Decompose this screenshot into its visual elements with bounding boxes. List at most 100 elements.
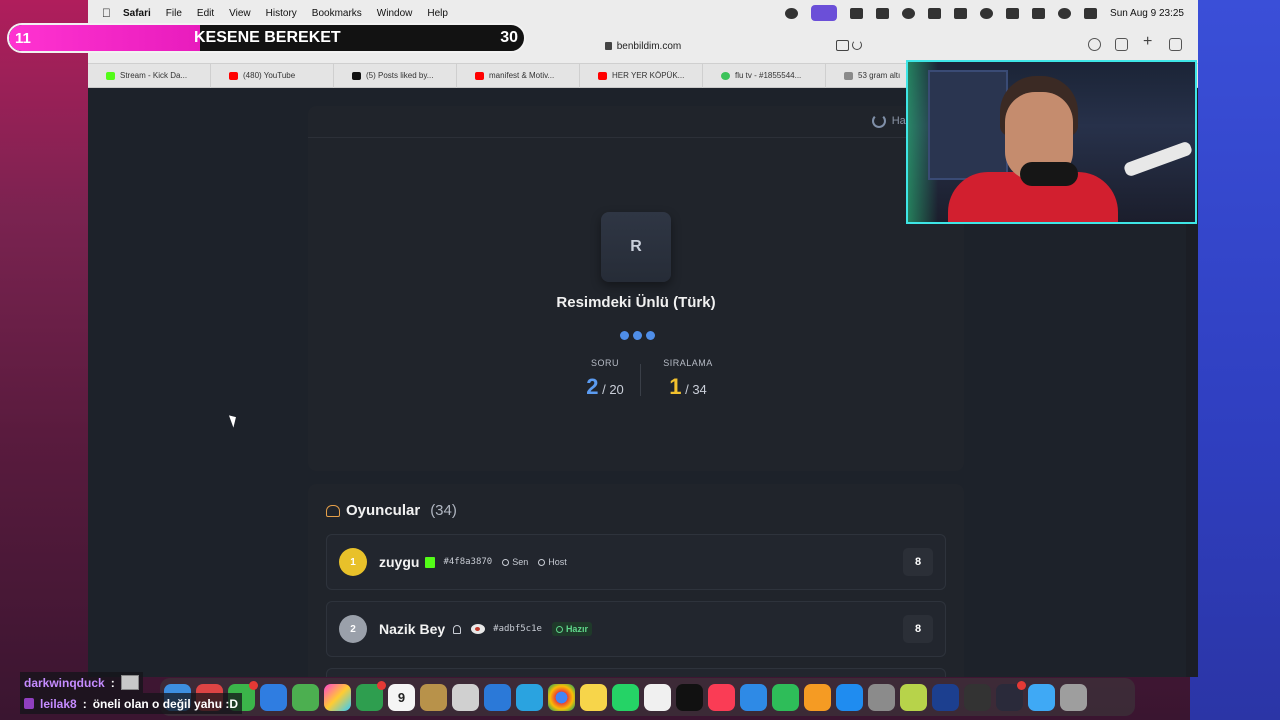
cam-microphone [1020, 162, 1078, 186]
wifi-icon[interactable] [1032, 7, 1046, 19]
browser-tab[interactable]: (5) Posts liked by... [334, 63, 457, 88]
pages-icon[interactable] [804, 683, 831, 711]
category-title: Resimdeki Ünlü (Türk) [556, 294, 716, 311]
apple-tv-icon[interactable] [676, 683, 703, 711]
translate-icon[interactable] [836, 40, 849, 51]
players-title: Oyuncular [346, 502, 421, 519]
menu-app-name[interactable]: Safari [123, 8, 151, 19]
question-total: / 20 [602, 382, 624, 397]
screen-record-icon[interactable] [811, 5, 838, 21]
rank-current: 1 [669, 374, 682, 399]
users-icon [326, 504, 340, 517]
ready-badge: Hazır [551, 622, 592, 636]
youtube-icon [598, 71, 607, 80]
stickies-icon[interactable] [580, 683, 607, 711]
stream-chat: darkwinqduck : leilak8 : öneli olan o de… [20, 672, 540, 714]
webcam-overlay [906, 60, 1197, 224]
cloud-icon[interactable] [928, 7, 942, 19]
app-store-icon[interactable] [836, 683, 863, 711]
browser-tab[interactable]: Stream - Kick Da... [88, 63, 211, 88]
app-icon[interactable] [900, 683, 927, 711]
menu-file[interactable]: File [166, 8, 182, 19]
control-center-icon[interactable] [1084, 7, 1098, 19]
g-icon [844, 71, 853, 80]
players-header: Oyuncular (34) [326, 502, 457, 519]
tab-label: (5) Posts liked by... [366, 71, 434, 80]
chat-username: darkwinqduck [24, 675, 105, 690]
tab-label: Stream - Kick Da... [120, 71, 188, 80]
wd-icon[interactable] [932, 683, 959, 711]
stat-divider [640, 364, 641, 396]
tab-label: 53 gram altı [858, 71, 901, 80]
crown-icon [538, 558, 546, 566]
game-stats: SORU 2 / 20 SIRALAMA 1 / 34 [570, 358, 723, 400]
status-app-icon[interactable] [850, 7, 864, 19]
player-id: #4f8a3870 [443, 557, 493, 567]
user-icon [453, 624, 462, 634]
question-label: SORU [590, 358, 619, 368]
rank-badge: 1 [339, 548, 367, 576]
kick-icon [106, 71, 115, 80]
folder-icon[interactable] [1028, 683, 1055, 711]
lock-icon [604, 42, 612, 50]
mic-icon[interactable] [954, 7, 968, 19]
chat-separator: : [82, 696, 87, 711]
rank-badge: 2 [339, 615, 367, 643]
check-circle-icon [555, 625, 563, 633]
badge-icon [24, 698, 34, 709]
keynote-icon[interactable] [740, 683, 767, 711]
freeform-icon[interactable] [644, 683, 671, 711]
rank-stat: SIRALAMA 1 / 34 [653, 358, 723, 400]
chat-message: leilak8 : öneli olan o değil yahu :D [20, 693, 243, 714]
kick-icon [425, 556, 436, 568]
player-row[interactable]: 1 zuygu #4f8a3870 Sen Host 8 [326, 534, 946, 590]
menu-bookmarks[interactable]: Bookmarks [312, 8, 362, 19]
apple-icon[interactable]:  [102, 6, 111, 20]
system-settings-icon[interactable] [868, 683, 895, 711]
download-icon[interactable] [1088, 38, 1101, 51]
stream-goal-bar: 11 KESENE BEREKET 30 [7, 23, 526, 53]
menu-history[interactable]: History [266, 8, 297, 19]
grid-icon[interactable] [876, 7, 890, 19]
trash-icon[interactable] [1060, 683, 1087, 711]
browser-tab[interactable]: flu tv - #1855544... [703, 63, 826, 88]
tab-overview-icon[interactable] [1169, 38, 1182, 51]
davinci-icon[interactable] [964, 683, 991, 711]
spinner-icon [871, 114, 886, 128]
browser-tab[interactable]: (480) YouTube [211, 63, 334, 88]
chat-separator: : [110, 675, 115, 690]
player-name: Nazik Bey [379, 621, 446, 637]
reload-icon[interactable] [852, 40, 862, 50]
numbers-icon[interactable] [772, 683, 799, 711]
menu-edit[interactable]: Edit [197, 8, 214, 19]
play-icon[interactable] [980, 7, 994, 19]
status-app-icon[interactable] [785, 7, 799, 19]
search-icon[interactable] [1058, 7, 1072, 19]
new-tab-icon[interactable] [1142, 33, 1155, 51]
goal-title: KESENE BEREKET [194, 29, 341, 46]
goal-progress-fill [9, 25, 200, 51]
chrome-icon[interactable] [548, 683, 575, 711]
you-tag: Sen [502, 557, 528, 567]
status-icons: Sun Aug 9 23:25 [785, 5, 1198, 21]
player-row[interactable]: 2 Nazik Bey #adbf5c1e Hazır 8 [326, 601, 946, 657]
browser-tab[interactable]: manifest & Motiv... [457, 63, 580, 88]
player-id: #adbf5c1e [493, 624, 542, 634]
browser-tab[interactable]: HER YER KÖPÜK... [580, 63, 703, 88]
whatsapp-icon[interactable] [612, 683, 639, 711]
menu-help[interactable]: Help [427, 8, 448, 19]
share-icon[interactable] [1115, 38, 1128, 51]
question-current: 2 [586, 374, 599, 399]
menu-view[interactable]: View [229, 8, 251, 19]
category-avatar: R [601, 212, 671, 282]
music-icon[interactable] [708, 683, 735, 711]
game-card-header: Hazır [308, 106, 964, 138]
menu-window[interactable]: Window [377, 8, 413, 19]
obs-icon[interactable] [902, 7, 916, 19]
battery-icon[interactable] [1006, 7, 1020, 19]
question-stat: SORU 2 / 20 [570, 358, 640, 400]
menu-clock[interactable]: Sun Aug 9 23:25 [1110, 8, 1184, 19]
obs-icon[interactable] [996, 680, 1026, 711]
host-tag: Host [538, 557, 567, 567]
player-score: 8 [903, 548, 933, 576]
